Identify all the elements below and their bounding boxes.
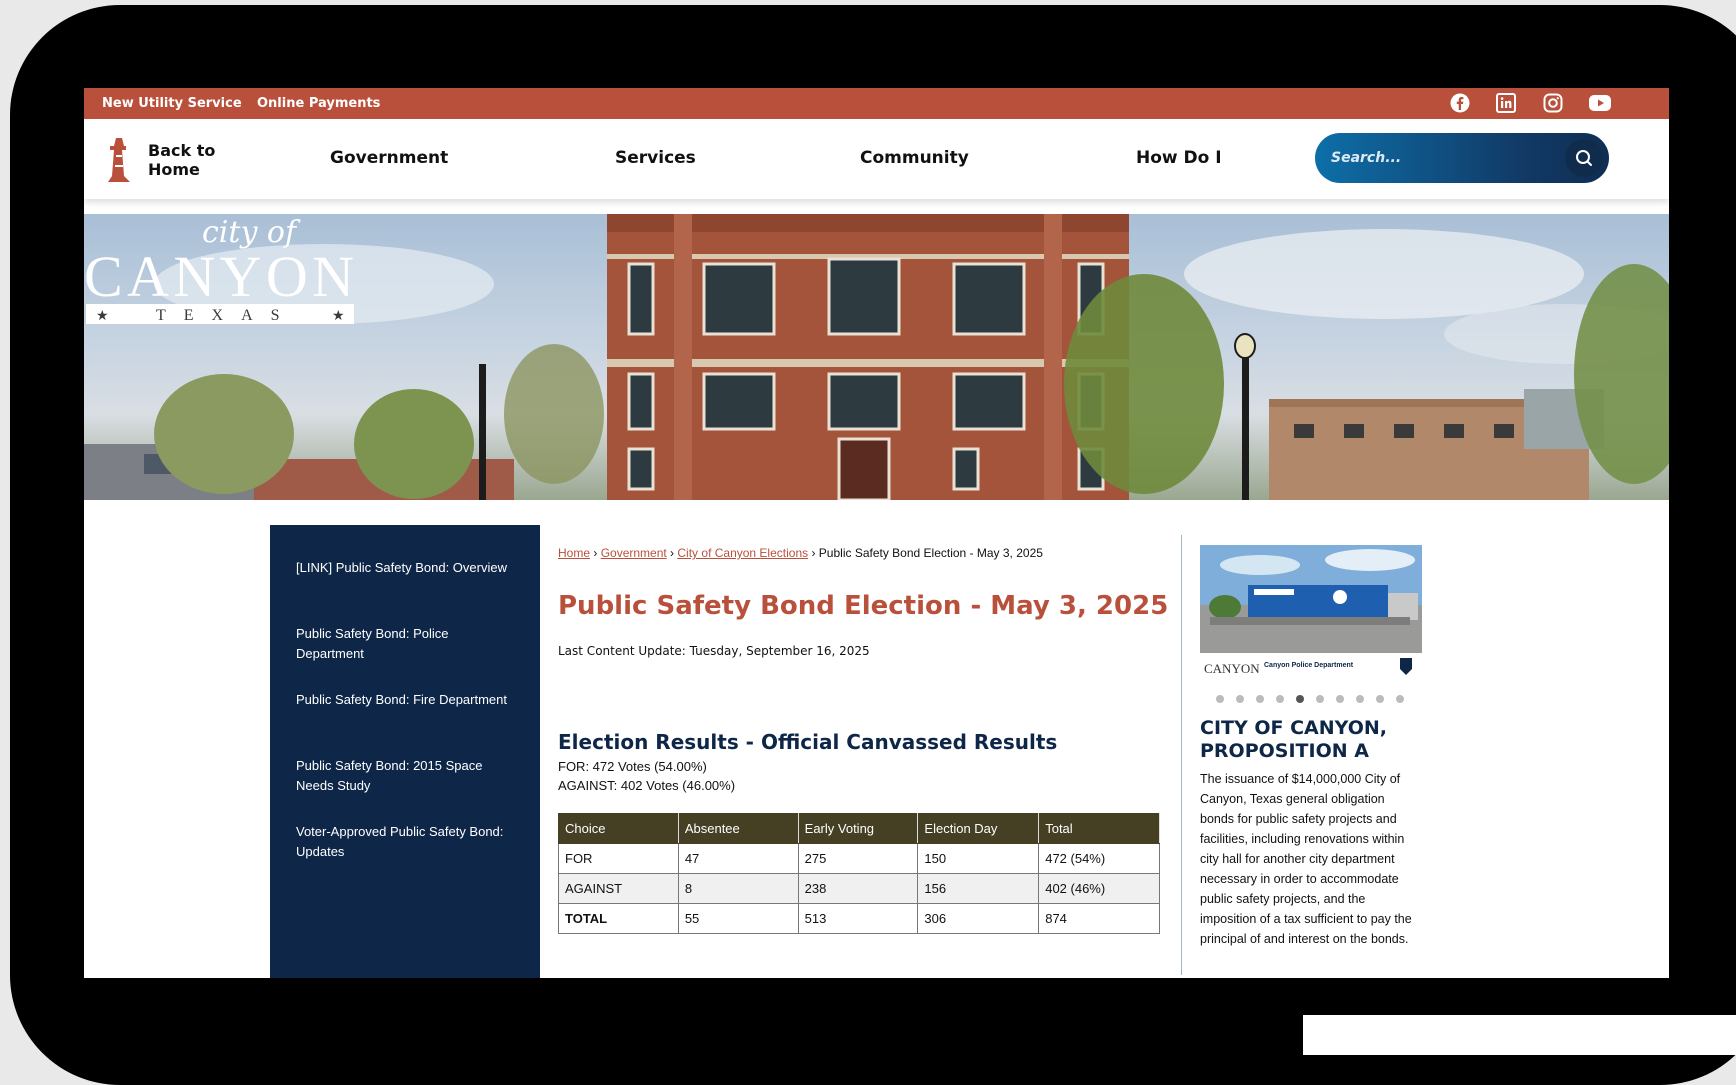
slide-dot[interactable] xyxy=(1296,695,1304,703)
proposition-body: The issuance of $14,000,000 City of Cany… xyxy=(1200,772,1412,946)
facebook-icon[interactable] xyxy=(1448,91,1472,115)
table-cell: TOTAL xyxy=(558,903,679,934)
slide-dot[interactable] xyxy=(1276,695,1284,703)
slide-dot[interactable] xyxy=(1236,695,1244,703)
slide-dot[interactable] xyxy=(1336,695,1344,703)
table-row: AGAINST 8 238 156 402 (46%) xyxy=(558,873,1160,904)
city-of-canyon-logo: city of CANYON ★ TEXAS ★ xyxy=(84,215,354,324)
table-row: FOR 47 275 150 472 (54%) xyxy=(558,843,1160,874)
breadcrumb-government-link[interactable]: Government xyxy=(601,546,667,560)
promo-caption: Canyon Police Department xyxy=(1264,662,1354,669)
nav-how-do-i[interactable]: How Do I xyxy=(1136,148,1222,168)
last-update-text: Last Content Update: Tuesday, September … xyxy=(558,644,870,658)
utility-bar: New Utility Service Online Payments xyxy=(84,88,1669,119)
table-cell: 874 xyxy=(1038,903,1160,934)
table-cell: 150 xyxy=(917,843,1040,874)
police-station-rendering: CANYON Canyon Police Department xyxy=(1200,545,1422,683)
main-nav: Back to Home Government Services Communi… xyxy=(84,119,1669,199)
results-heading: Election Results - Official Canvassed Re… xyxy=(558,730,1058,754)
table-cell: 47 xyxy=(677,843,799,874)
search-box xyxy=(1315,133,1609,183)
breadcrumb-elections-link[interactable]: City of Canyon Elections xyxy=(677,546,808,560)
new-utility-service-link[interactable]: New Utility Service xyxy=(102,96,242,111)
logo-state-text: TEXAS xyxy=(156,307,298,324)
col-total: Total xyxy=(1038,813,1160,844)
breadcrumb-current: Public Safety Bond Election - May 3, 202… xyxy=(818,546,1043,560)
breadcrumb: Home › Government › City of Canyon Elect… xyxy=(558,546,1043,560)
col-election-day: Election Day xyxy=(917,813,1040,844)
table-row: TOTAL 55 513 306 874 xyxy=(558,903,1160,934)
slide-dot[interactable] xyxy=(1216,695,1224,703)
col-early-voting: Early Voting xyxy=(797,813,919,844)
proposition-title: CITY OF CANYON, PROPOSITION A xyxy=(1200,717,1387,762)
online-payments-link[interactable]: Online Payments xyxy=(257,96,380,111)
table-cell: AGAINST xyxy=(558,873,679,904)
slideshow-dots xyxy=(1216,695,1404,703)
sidebar-item-police-department[interactable]: Public Safety Bond: Police Department xyxy=(296,624,516,664)
svg-text:CANYON: CANYON xyxy=(1204,661,1260,676)
results-table: Choice Absentee Early Voting Election Da… xyxy=(558,813,1160,934)
back-to-home-label: Back to Home xyxy=(148,141,216,179)
sidebar-item-overview[interactable]: [LINK] Public Safety Bond: Overview xyxy=(296,558,516,578)
hero-banner: city of CANYON ★ TEXAS ★ xyxy=(84,214,1669,500)
sidebar-item-space-needs-study[interactable]: Public Safety Bond: 2015 Space Needs Stu… xyxy=(296,756,516,796)
table-cell: 306 xyxy=(917,903,1040,934)
nav-services[interactable]: Services xyxy=(615,148,696,168)
sidebar-item-updates[interactable]: Voter-Approved Public Safety Bond: Updat… xyxy=(296,822,516,862)
table-cell: 402 (46%) xyxy=(1038,873,1160,904)
svg-text:★: ★ xyxy=(332,308,345,324)
table-cell: 275 xyxy=(797,843,919,874)
results-table-header: Choice Absentee Early Voting Election Da… xyxy=(558,813,1160,844)
slideshow-image[interactable]: CANYON Canyon Police Department xyxy=(1200,545,1422,683)
table-cell: 8 xyxy=(677,873,799,904)
column-divider xyxy=(1181,535,1182,975)
instagram-icon[interactable] xyxy=(1541,91,1565,115)
slide-dot[interactable] xyxy=(1316,695,1324,703)
table-cell: 472 (54%) xyxy=(1038,843,1160,874)
youtube-icon[interactable] xyxy=(1588,91,1612,115)
back-to-home-link[interactable]: Back to Home xyxy=(102,135,218,185)
breadcrumb-home-link[interactable]: Home xyxy=(558,546,590,560)
search-input[interactable] xyxy=(1331,145,1561,171)
svg-text:★: ★ xyxy=(96,308,109,324)
sidebar-item-fire-department[interactable]: Public Safety Bond: Fire Department xyxy=(296,690,516,710)
table-cell: 513 xyxy=(797,903,919,934)
table-cell: 55 xyxy=(677,903,799,934)
for-votes-text: FOR: 472 Votes (54.00%) xyxy=(558,759,707,774)
section-sidebar: [LINK] Public Safety Bond: Overview Publ… xyxy=(270,525,540,978)
slide-dot[interactable] xyxy=(1256,695,1264,703)
nav-government[interactable]: Government xyxy=(330,148,448,168)
col-absentee: Absentee xyxy=(677,813,799,844)
against-votes-text: AGAINST: 402 Votes (46.00%) xyxy=(558,778,736,793)
slide-dot[interactable] xyxy=(1376,695,1384,703)
search-button[interactable] xyxy=(1565,139,1603,177)
linkedin-icon[interactable] xyxy=(1494,91,1518,115)
page-title: Public Safety Bond Election - May 3, 202… xyxy=(558,591,1169,621)
water-tower-logo-icon xyxy=(108,138,130,182)
table-cell: FOR xyxy=(558,843,679,874)
slide-dot[interactable] xyxy=(1396,695,1404,703)
slide-dot[interactable] xyxy=(1356,695,1364,703)
table-cell: 156 xyxy=(917,873,1040,904)
col-choice: Choice xyxy=(558,813,679,844)
nav-community[interactable]: Community xyxy=(860,148,969,168)
device-corner-background xyxy=(1303,1015,1736,1055)
logo-name-text: CANYON xyxy=(84,244,354,309)
table-cell: 238 xyxy=(797,873,919,904)
search-icon xyxy=(1576,150,1592,166)
browser-viewport: New Utility Service Online Payments Back… xyxy=(84,88,1669,978)
